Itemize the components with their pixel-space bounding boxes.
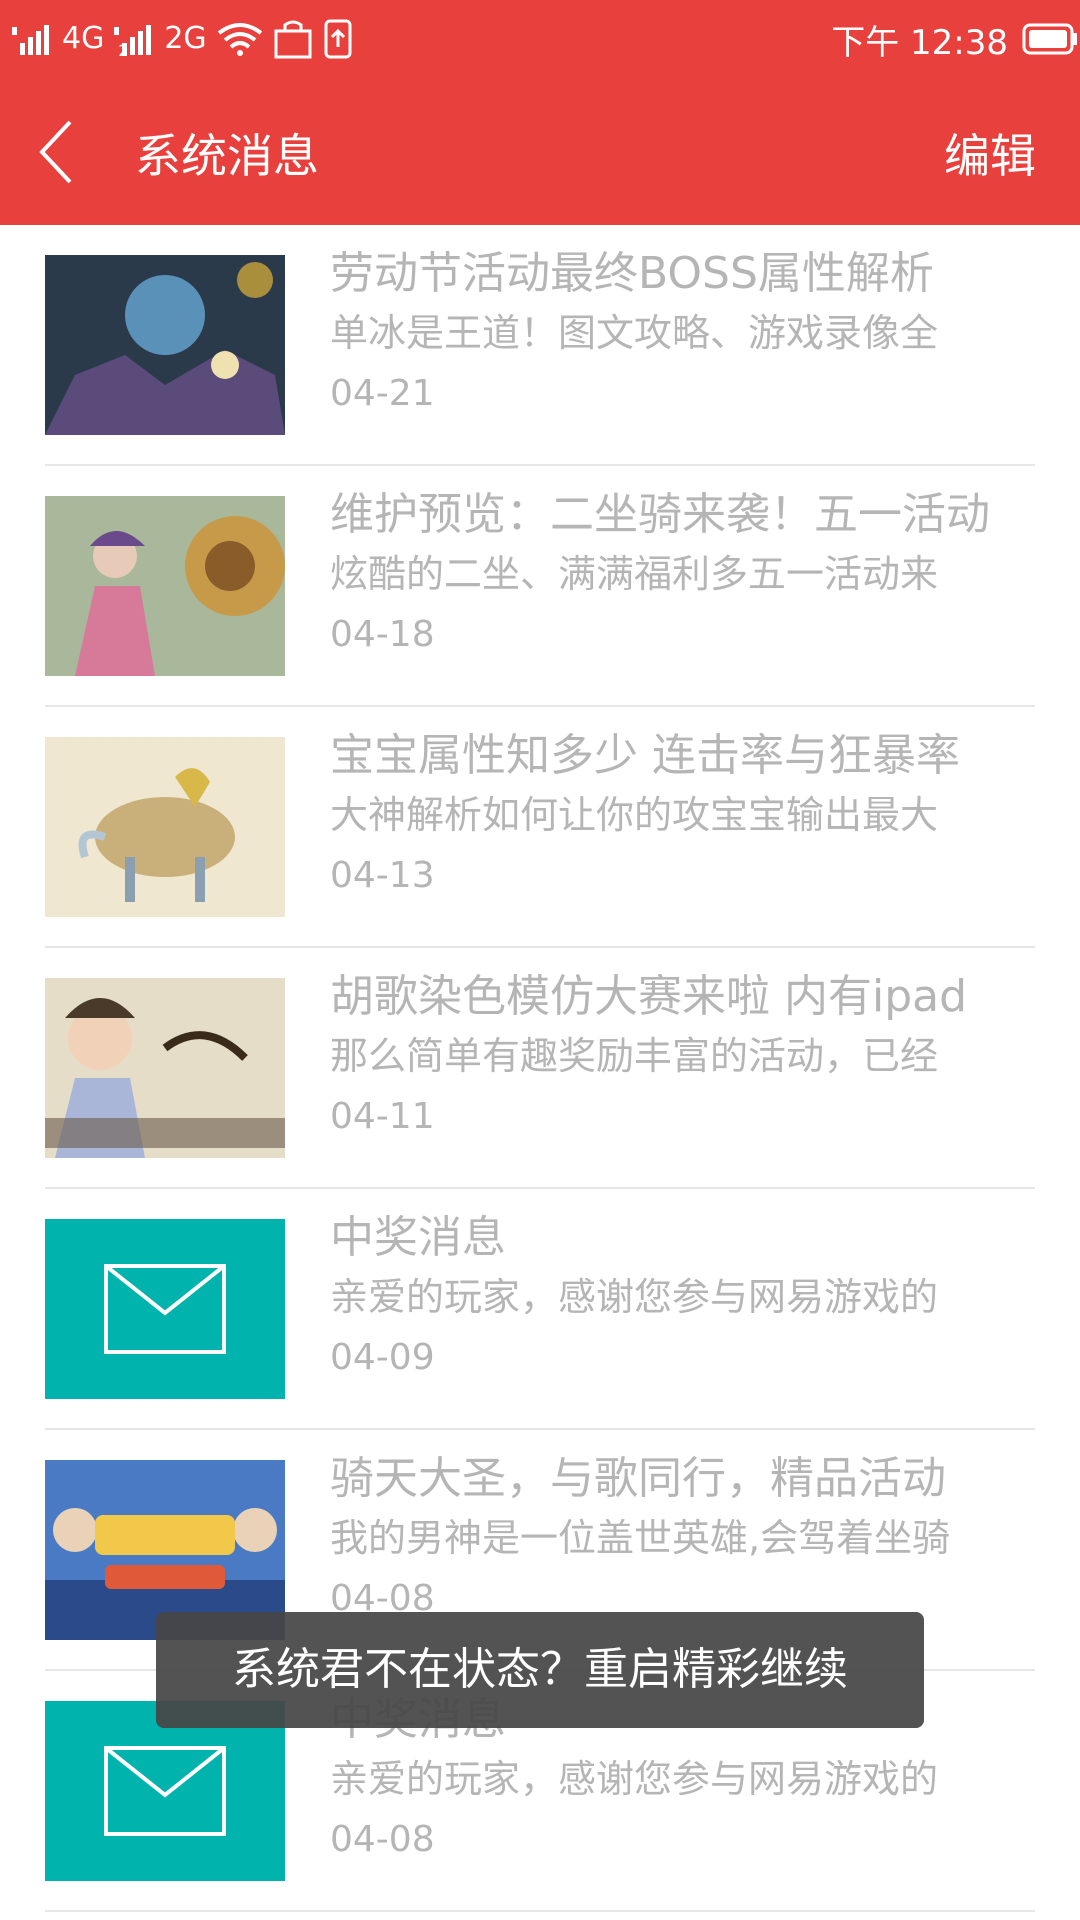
message-item[interactable]: 胡歌染色模仿大赛来啦 内有ipad 那么简单有趣奖励丰富的活动，已经 04-11 bbox=[0, 948, 1080, 1189]
game-art-image bbox=[45, 255, 285, 435]
toast-message: 系统君不在状态？重启精彩继续 bbox=[156, 1612, 924, 1728]
message-item[interactable]: 维护预览：二坐骑来袭！五一活动 炫酷的二坐、满满福利多五一活动来 04-18 bbox=[0, 466, 1080, 707]
shopping-bag-icon bbox=[274, 20, 312, 59]
message-title: 劳动节活动最终BOSS属性解析 bbox=[330, 248, 934, 299]
game-art-image bbox=[45, 496, 285, 676]
wifi-icon bbox=[217, 23, 262, 56]
message-item[interactable]: 中奖消息 亲爱的玩家，感谢您参与网易游戏的 04-09 bbox=[0, 1189, 1080, 1430]
message-text: 胡歌染色模仿大赛来啦 内有ipad 那么简单有趣奖励丰富的活动，已经 04-11 bbox=[330, 966, 1010, 1142]
signal-2: 2 bbox=[114, 21, 154, 60]
mail-icon bbox=[104, 1746, 226, 1836]
network-type-2: 2G bbox=[164, 21, 207, 56]
message-title: 维护预览：二坐骑来袭！五一活动 bbox=[330, 489, 990, 540]
message-text: 劳动节活动最终BOSS属性解析 单冰是王道！图文攻略、游戏录像全 04-21 bbox=[330, 243, 1010, 419]
network-type-1: 4G bbox=[62, 21, 105, 56]
message-title: 中奖消息 bbox=[330, 1212, 506, 1263]
status-right: 下午 12:38 bbox=[831, 14, 1078, 64]
message-date: 04-08 bbox=[330, 1819, 435, 1860]
app-header: 4G 2 2G 下午 12:38 系统消息 编辑 bbox=[0, 0, 1080, 225]
message-thumbnail bbox=[45, 737, 285, 917]
message-summary: 单冰是王道！图文攻略、游戏录像全 bbox=[330, 311, 939, 355]
message-date: 04-11 bbox=[330, 1096, 435, 1137]
message-text: 维护预览：二坐骑来袭！五一活动 炫酷的二坐、满满福利多五一活动来 04-18 bbox=[330, 484, 1010, 660]
message-thumbnail bbox=[45, 1701, 285, 1881]
message-thumbnail bbox=[45, 255, 285, 435]
status-bar: 4G 2 2G 下午 12:38 bbox=[0, 0, 1080, 78]
signal-icon bbox=[12, 25, 49, 55]
message-summary: 我的男神是一位盖世英雄,会驾着坐骑 bbox=[330, 1516, 951, 1560]
message-thumbnail bbox=[45, 1219, 285, 1399]
back-button[interactable] bbox=[30, 112, 90, 192]
message-thumbnail bbox=[45, 496, 285, 676]
message-summary: 亲爱的玩家，感谢您参与网易游戏的 bbox=[330, 1757, 939, 1801]
message-summary: 炫酷的二坐、满满福利多五一活动来 bbox=[330, 552, 939, 596]
page-title: 系统消息 bbox=[135, 129, 319, 183]
edit-button[interactable]: 编辑 bbox=[944, 120, 1036, 186]
game-art-image bbox=[45, 737, 285, 917]
battery-icon bbox=[1022, 23, 1077, 55]
message-date: 04-13 bbox=[330, 855, 435, 896]
chevron-left-icon bbox=[39, 120, 72, 184]
navigation-bar: 系统消息 编辑 bbox=[0, 78, 1080, 225]
phone-upload-icon bbox=[324, 19, 352, 59]
message-summary: 大神解析如何让你的攻宝宝输出最大 bbox=[330, 793, 939, 837]
message-date: 04-09 bbox=[330, 1337, 435, 1378]
message-item[interactable]: 宝宝属性知多少 连击率与狂暴率 大神解析如何让你的攻宝宝输出最大 04-13 bbox=[0, 707, 1080, 948]
clock: 下午 12:38 bbox=[831, 22, 1008, 63]
game-art-image bbox=[45, 978, 285, 1158]
message-text: 宝宝属性知多少 连击率与狂暴率 大神解析如何让你的攻宝宝输出最大 04-13 bbox=[330, 725, 1010, 901]
message-text: 骑天大圣，与歌同行，精品活动 我的男神是一位盖世英雄,会驾着坐骑 04-08 bbox=[330, 1448, 1010, 1624]
sim-2-marker: 2 bbox=[118, 41, 129, 60]
message-text: 中奖消息 亲爱的玩家，感谢您参与网易游戏的 04-09 bbox=[330, 1207, 1010, 1383]
message-summary: 亲爱的玩家，感谢您参与网易游戏的 bbox=[330, 1275, 939, 1319]
message-thumbnail bbox=[45, 978, 285, 1158]
message-summary: 那么简单有趣奖励丰富的活动，已经 bbox=[330, 1034, 939, 1078]
message-item[interactable]: 劳动节活动最终BOSS属性解析 单冰是王道！图文攻略、游戏录像全 04-21 bbox=[0, 225, 1080, 466]
mail-icon bbox=[104, 1264, 226, 1354]
message-title: 骑天大圣，与歌同行，精品活动 bbox=[330, 1453, 946, 1504]
message-title: 胡歌染色模仿大赛来啦 内有ipad bbox=[330, 971, 968, 1022]
message-title: 宝宝属性知多少 连击率与狂暴率 bbox=[330, 730, 960, 781]
message-date: 04-21 bbox=[330, 373, 435, 414]
status-left: 4G 2 2G bbox=[12, 14, 353, 64]
message-date: 04-18 bbox=[330, 614, 435, 655]
